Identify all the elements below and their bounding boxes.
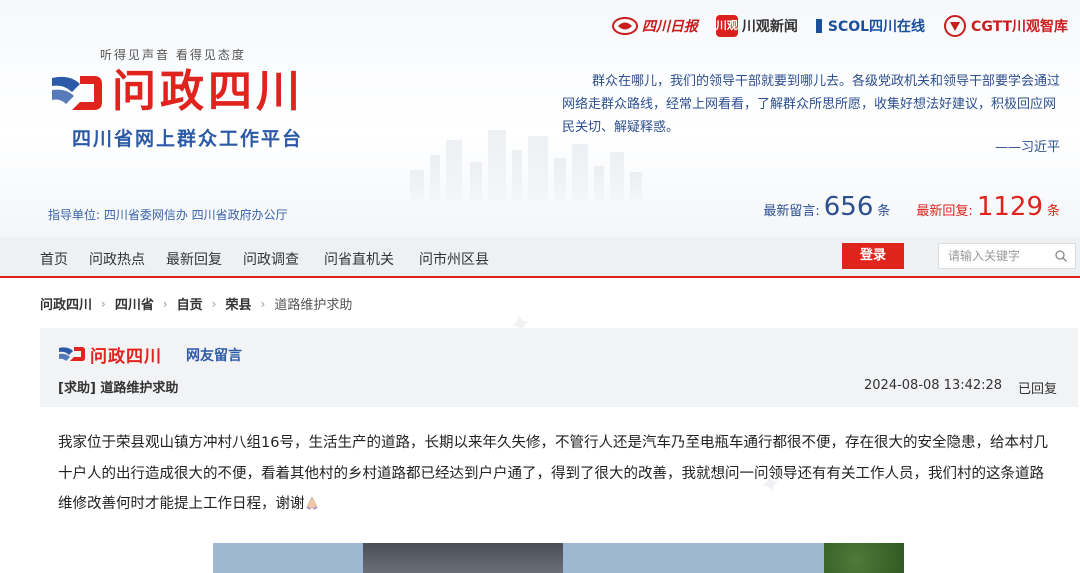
replies-label: 最新回复: xyxy=(916,204,973,219)
post-title: [求助] 道路维护求助 xyxy=(58,381,179,396)
search-icon[interactable] xyxy=(1055,250,1067,262)
photo-roof xyxy=(363,543,563,573)
leader-quote: 群众在哪儿，我们的领导干部就要到哪儿去。各级党政机关和领导干部要学会通过网络走群… xyxy=(562,74,1061,135)
nav-item-latest-replies[interactable]: 最新回复 xyxy=(166,249,222,269)
breadcrumb-item[interactable]: 四川省 xyxy=(115,294,154,313)
nav-item-home[interactable]: 首页 xyxy=(40,249,68,269)
chevron-right-icon: › xyxy=(211,296,217,311)
partner-name: 川观新闻 xyxy=(741,19,798,35)
login-button[interactable]: 登录 xyxy=(842,243,904,269)
nav-item-cities-districts[interactable]: 问市州区县 xyxy=(419,249,489,269)
replies-count: 1129 xyxy=(976,192,1043,222)
post-body: 我家位于荣县观山镇方冲村八组16号，生活生产的道路，长期以来年久失修，不管行人还… xyxy=(58,428,1058,520)
breadcrumb-item[interactable]: 问政四川 xyxy=(40,294,92,313)
partner-logos: 四川日报 川观 川观新闻 SCOL四川在线 CGTT川观智库 xyxy=(611,14,1068,38)
breadcrumb-item[interactable]: 荣县 xyxy=(225,294,251,313)
messages-unit: 条 xyxy=(877,204,891,219)
partner-sichuan-daily[interactable]: 四川日报 xyxy=(611,16,698,36)
partner-name: SCOL四川在线 xyxy=(827,19,926,35)
chevron-right-icon: › xyxy=(162,296,168,311)
nav-item-survey[interactable]: 问政调查 xyxy=(243,249,299,269)
wenzheng-logo-icon xyxy=(52,76,102,110)
breadcrumb-current: 道路维护求助 xyxy=(274,298,353,313)
nav-item-hot[interactable]: 问政热点 xyxy=(89,249,145,269)
site-tagline: 听得见声音 看得见态度 xyxy=(100,48,246,62)
folded-hands-emoji-icon xyxy=(306,496,317,510)
partner-chuanguan[interactable]: 川观 川观新闻 xyxy=(715,15,798,37)
site-logo-title[interactable]: 问政四川 xyxy=(112,66,304,118)
partner-scol[interactable]: SCOL四川在线 xyxy=(815,16,926,36)
main-nav: 首页 问政热点 最新回复 问政调查 问省直机关 问市州区县 登录 xyxy=(0,238,1080,278)
quote-author: ——习近平 xyxy=(994,140,1060,155)
panel-section-label: 网友留言 xyxy=(186,348,242,364)
post-header-panel: 问政四川 网友留言 [求助] 道路维护求助 2024-08-08 13:42:2… xyxy=(40,328,1078,407)
partner-cgtt[interactable]: CGTT川观智库 xyxy=(943,14,1068,38)
sichuan-daily-logo-icon xyxy=(611,17,638,35)
post-date: 2024-08-08 13:42:28 xyxy=(864,378,1003,393)
chevron-right-icon: › xyxy=(101,296,106,311)
site-header: 听得见声音 看得见态度 问政四川 四川省网上群众工作平台 指导单位: 四川省委网… xyxy=(0,0,1080,238)
breadcrumb: 问政四川 › 四川省 › 自贡 › 荣县 › 道路维护求助 xyxy=(40,294,353,314)
chuanguan-news-logo-icon: 川观 xyxy=(715,15,738,37)
site-logo-subtitle: 四川省网上群众工作平台 xyxy=(72,128,304,150)
nav-item-provincial-agencies[interactable]: 问省直机关 xyxy=(324,249,394,269)
replies-unit: 条 xyxy=(1046,204,1060,219)
partner-name: CGTT川观智库 xyxy=(971,19,1068,35)
cgtt-logo-icon xyxy=(944,15,967,37)
partner-name: 四川日报 xyxy=(641,19,698,35)
guide-units: 指导单位: 四川省委网信办 四川省政府办公厅 xyxy=(48,208,288,222)
photo-tree xyxy=(824,543,904,573)
messages-count: 656 xyxy=(823,192,874,222)
post-photo xyxy=(213,543,904,573)
site-stats: 最新留言: 656 条 最新回复: 1129 条 xyxy=(763,192,1060,222)
wenzheng-logo-icon xyxy=(59,347,85,361)
search-input[interactable] xyxy=(939,244,1052,268)
post-body-text: 我家位于荣县观山镇方冲村八组16号，生活生产的道路，长期以来年久失修，不管行人还… xyxy=(58,435,1048,512)
scol-logo-icon xyxy=(815,19,822,33)
post-status: 已回复 xyxy=(1018,382,1058,397)
messages-label: 最新留言: xyxy=(763,204,820,219)
panel-brand: 问政四川 xyxy=(90,347,162,367)
search-box xyxy=(938,243,1076,269)
chevron-right-icon: › xyxy=(260,296,266,311)
breadcrumb-item[interactable]: 自贡 xyxy=(177,294,203,313)
